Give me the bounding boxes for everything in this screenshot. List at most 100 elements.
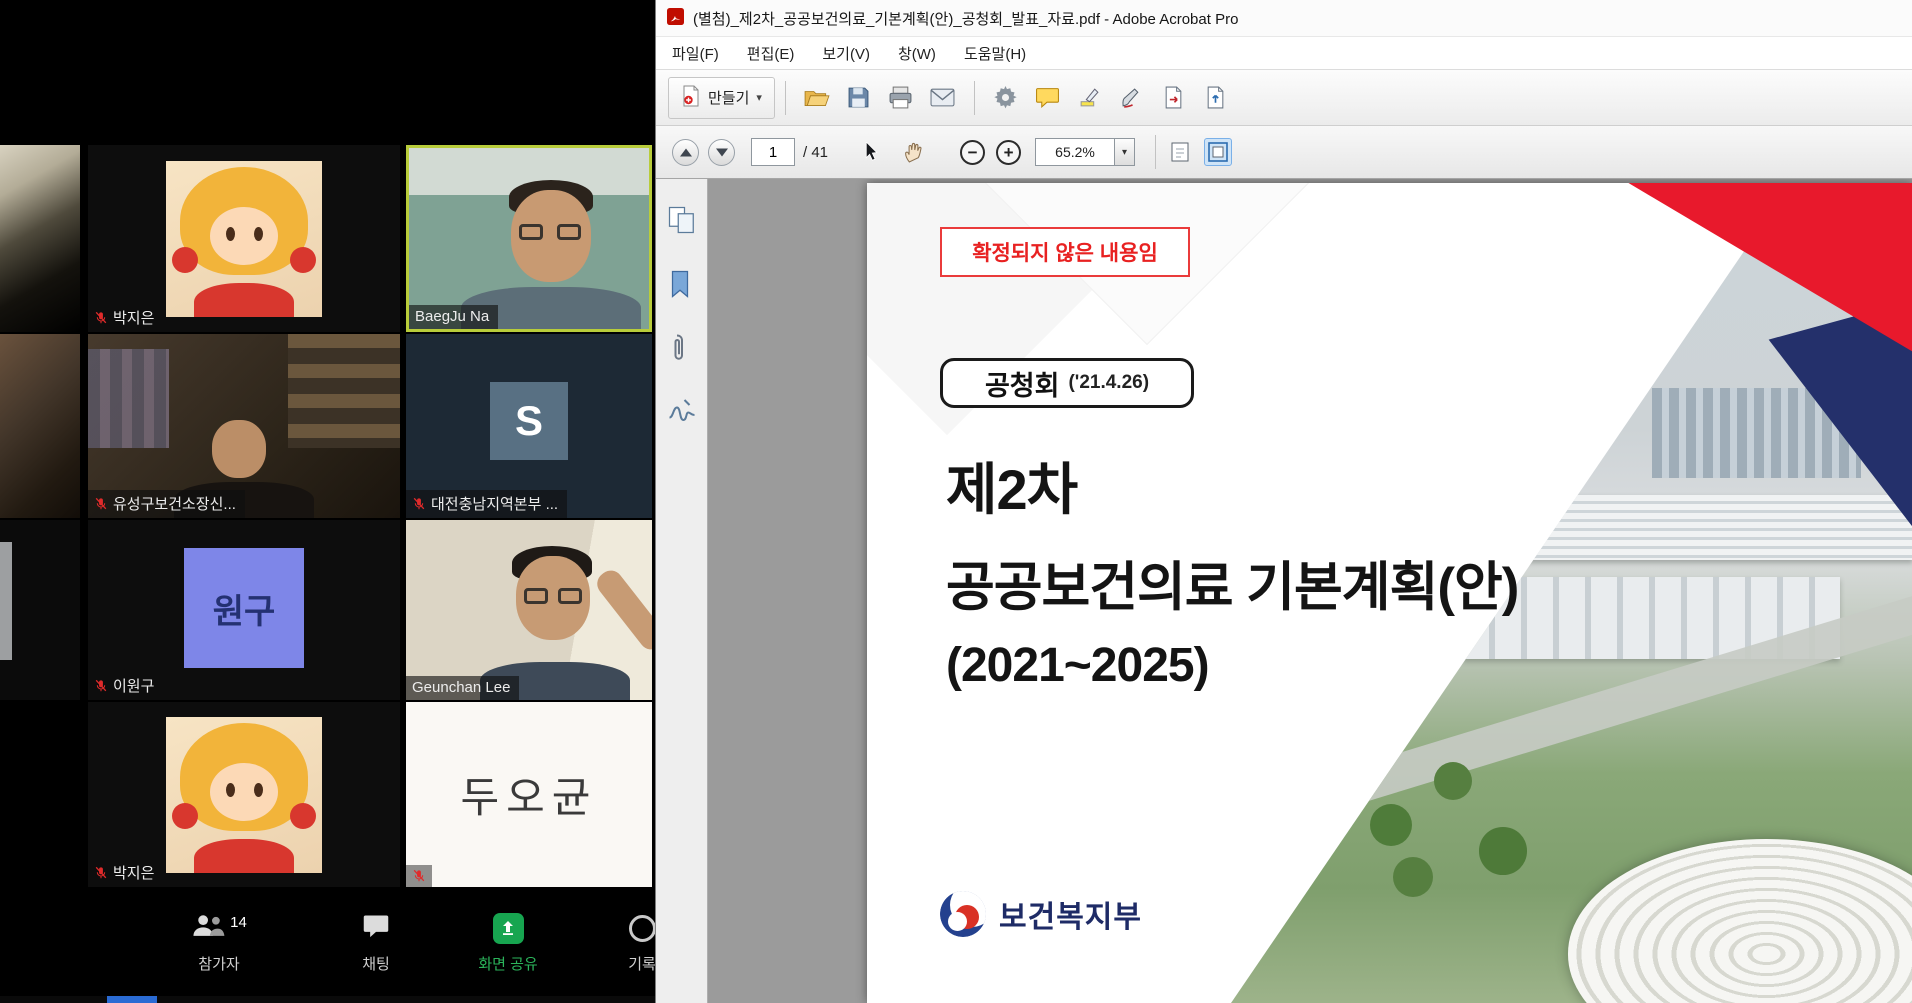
email-icon [930, 88, 955, 107]
sign-button[interactable] [1111, 78, 1153, 118]
window-title: (별첨)_제2차_공공보건의료_기본계획(안)_공청회_발표_자료.pdf - … [693, 8, 1238, 29]
zoom-out-button[interactable]: − [960, 140, 985, 165]
video-feed [0, 145, 80, 332]
participants-label: 참가자 [198, 953, 239, 974]
share-icon [1205, 86, 1226, 109]
bookmarks-button[interactable] [667, 269, 697, 299]
create-label: 만들기 [708, 87, 749, 108]
next-page-button[interactable] [708, 139, 735, 166]
participants-button[interactable]: 14 참가자 [157, 912, 281, 974]
mic-muted-icon [94, 866, 108, 880]
letter-avatar: S [490, 382, 568, 460]
zoom-in-button[interactable]: + [996, 140, 1021, 165]
video-tile-baegju-na[interactable]: BaegJu Na [406, 145, 652, 332]
document-canvas[interactable]: 확정되지 않은 내용임 공청회 ('21.4.26) 제2차 공공보건의료 기본… [708, 179, 1912, 1003]
zoom-level-dropdown[interactable]: ▾ [1115, 138, 1135, 166]
open-button[interactable] [796, 78, 838, 118]
taskbar-app-highlight [107, 996, 157, 1003]
video-tile-parkjieun-2[interactable]: 박지은 [88, 702, 400, 887]
notice-box: 확정되지 않은 내용임 [940, 227, 1190, 277]
chat-button[interactable]: 채팅 [314, 912, 438, 974]
chat-icon [362, 913, 390, 944]
video-tile-yuseong[interactable]: 유성구보건소장신... [88, 334, 400, 518]
video-feed [406, 520, 652, 700]
video-feed [0, 334, 80, 518]
menu-help[interactable]: 도움말(H) [950, 37, 1040, 70]
menu-view[interactable]: 보기(V) [808, 37, 884, 70]
video-tile-leewongu[interactable]: 원구 이원구 [88, 520, 400, 700]
participants-icon [191, 912, 225, 943]
page-thumbnails-button[interactable] [667, 205, 697, 235]
video-tile-parkjieun-1[interactable]: 박지은 [88, 145, 400, 332]
paperclip-icon [667, 333, 687, 363]
menu-window[interactable]: 창(W) [884, 37, 950, 70]
save-button[interactable] [838, 78, 880, 118]
taskbar-sliver [0, 996, 655, 1003]
comment-button[interactable] [1027, 78, 1069, 118]
share-button[interactable] [1195, 78, 1237, 118]
letter-avatar: 원구 [184, 548, 304, 668]
signatures-button[interactable] [667, 397, 697, 427]
hand-tool-icon [904, 142, 923, 163]
participant-name-tag [406, 865, 432, 887]
highlight-button[interactable] [1069, 78, 1111, 118]
participant-name-tag: 박지은 [88, 304, 163, 332]
export-pdf-button[interactable] [1153, 78, 1195, 118]
slide-heading-1: 제2차 [946, 445, 1077, 526]
page-number-input[interactable] [751, 138, 795, 166]
page-total-label: / 41 [803, 144, 828, 161]
hearing-badge-title: 공청회 [985, 364, 1060, 403]
mic-muted-icon [412, 497, 426, 511]
mic-muted-icon [94, 679, 108, 693]
attachments-button[interactable] [667, 333, 697, 363]
video-tile-duogyun[interactable]: 두오균 [406, 702, 652, 887]
video-tile-daejeon[interactable]: S 대전충남지역본부 ... [406, 334, 652, 518]
pdf-file-icon [667, 8, 684, 29]
actual-size-button[interactable] [1166, 138, 1194, 166]
mic-muted-icon [94, 311, 108, 325]
print-button[interactable] [880, 78, 922, 118]
participant-name: Geunchan Lee [412, 679, 510, 696]
participants-count: 14 [230, 914, 247, 931]
participant-name-tag: 대전충남지역본부 ... [406, 490, 567, 518]
settings-button[interactable] [985, 78, 1027, 118]
video-tile-partial-1[interactable] [0, 145, 80, 332]
comment-icon [1035, 87, 1060, 108]
create-button[interactable]: 만들기 ▾ [668, 77, 775, 119]
menu-file[interactable]: 파일(F) [658, 37, 733, 70]
highlight-icon [1078, 86, 1101, 109]
participant-name-tag: BaegJu Na [409, 305, 498, 329]
export-pdf-icon [1163, 86, 1184, 109]
select-tool-button[interactable] [850, 132, 892, 172]
ministry-logo-icon [940, 891, 986, 937]
video-tile-partial-3[interactable] [0, 520, 80, 700]
participant-name: BaegJu Na [415, 308, 489, 325]
screen-share-label: 화면 공유 [478, 953, 537, 974]
page-thumbnails-icon [667, 205, 697, 235]
chat-label: 채팅 [362, 953, 390, 974]
slide-heading-3: (2021~2025) [946, 638, 1209, 693]
video-tile-geunchan-lee[interactable]: Geunchan Lee [406, 520, 652, 700]
mic-muted-icon [412, 869, 426, 883]
avatar [166, 717, 322, 873]
minus-icon: − [968, 144, 978, 161]
email-button[interactable] [922, 78, 964, 118]
signature-icon [667, 397, 697, 423]
mic-muted-icon [94, 497, 108, 511]
acrobat-content: 확정되지 않은 내용임 공청회 ('21.4.26) 제2차 공공보건의료 기본… [656, 179, 1912, 1003]
screen: 박지은 BaegJu Na [0, 0, 1912, 1003]
bookmark-icon [667, 269, 693, 299]
actual-size-icon [1169, 141, 1191, 163]
zoom-window: 박지은 BaegJu Na [0, 0, 655, 1003]
toolbar-separator [974, 81, 975, 115]
fit-window-button[interactable] [1204, 138, 1232, 166]
acrobat-nav-toolbar: / 41 − + 65.2% ▾ [656, 126, 1912, 179]
select-cursor-icon [864, 142, 879, 163]
menu-edit[interactable]: 편집(E) [733, 37, 809, 70]
screen-share-button[interactable]: 화면 공유 [446, 912, 570, 974]
video-tile-partial-2[interactable] [0, 334, 80, 518]
previous-page-button[interactable] [672, 139, 699, 166]
hand-tool-button[interactable] [892, 132, 934, 172]
zoom-level-value[interactable]: 65.2% [1035, 138, 1115, 166]
record-button[interactable]: 기록 [580, 912, 655, 974]
